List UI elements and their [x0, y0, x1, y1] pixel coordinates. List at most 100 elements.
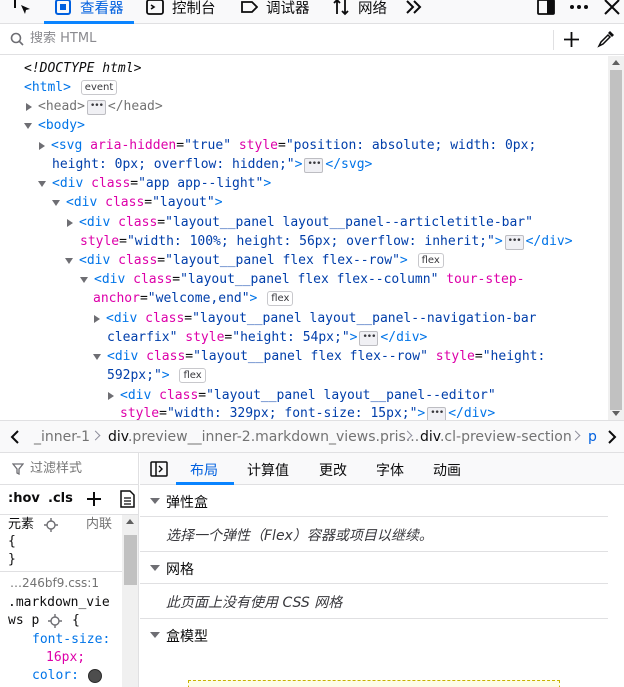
tree-node-body[interactable]: <body>: [24, 116, 85, 135]
tree-node-div-layout[interactable]: <div class="layout">: [52, 193, 223, 212]
tab-debugger[interactable]: 调试器: [240, 0, 310, 21]
collapse-triangle-icon[interactable]: [52, 199, 60, 206]
attr-value: "welcome,end": [147, 291, 250, 306]
tree-node-div-row2-cont[interactable]: 592px;"> flex: [107, 366, 208, 385]
breadcrumb-separator-icon: [90, 430, 101, 441]
tab-changes[interactable]: 更改: [319, 460, 347, 480]
highlight-selector-icon[interactable]: [48, 614, 62, 628]
expand-triangle-icon[interactable]: [39, 141, 45, 150]
tab-console[interactable]: 控制台: [146, 0, 216, 21]
grid-section-header[interactable]: 网格: [140, 552, 608, 584]
tree-node-div-app[interactable]: <div class="app app--light">: [38, 174, 271, 193]
event-badge[interactable]: event: [80, 80, 118, 95]
tab-computed[interactable]: 计算值: [247, 460, 289, 480]
tree-node-div-navbar[interactable]: <div class="layout__panel layout__panel-…: [94, 309, 536, 328]
markup-tree: <!DOCTYPE html> <html> event <head> ••• </…: [0, 56, 608, 420]
scrollbar-thumb[interactable]: [124, 535, 137, 585]
tree-node-doctype[interactable]: <!DOCTYPE html>: [24, 59, 141, 78]
breadcrumb-item[interactable]: div.preview__inner-2.markdown_views.pris…: [108, 429, 419, 445]
scroll-up-icon[interactable]: [612, 60, 620, 65]
dock-button[interactable]: [536, 0, 556, 21]
breadcrumb-item-selected[interactable]: p: [588, 429, 597, 445]
stylesheet-source-link[interactable]: …246bf9.css:1: [10, 574, 99, 593]
flex-badge[interactable]: flex: [267, 291, 294, 306]
scroll-down-icon[interactable]: [612, 411, 620, 416]
tree-node-div-column[interactable]: <div class="layout__panel flex flex--col…: [80, 270, 524, 289]
scrollbar-thumb[interactable]: [610, 70, 622, 410]
expand-triangle-icon[interactable]: [94, 314, 100, 323]
print-media-icon[interactable]: [120, 490, 135, 508]
box-model-section-header[interactable]: 盒模型: [140, 619, 608, 651]
tab-layout[interactable]: 布局: [190, 460, 218, 480]
collapsed-content-icon[interactable]: •••: [427, 407, 447, 420]
flexbox-section-body: 选择一个弹性（Flex）容器或项目以继续。: [140, 517, 608, 552]
doctype-text: <!DOCTYPE html>: [24, 61, 142, 76]
add-rule-button[interactable]: [86, 491, 102, 507]
tree-node-head[interactable]: <head> ••• </head>: [26, 97, 163, 116]
more-tabs-button[interactable]: [404, 0, 424, 21]
tree-node-div-column-cont[interactable]: anchor="welcome,end"> flex: [93, 289, 295, 308]
inspector-icon: [55, 0, 71, 15]
markup-scrollbar[interactable]: [608, 56, 624, 420]
tree-node-div-editor[interactable]: <div class="layout__panel layout__panel-…: [108, 386, 496, 405]
color-swatch[interactable]: [88, 669, 102, 683]
css-property[interactable]: color:: [32, 666, 79, 685]
collapse-triangle-icon[interactable]: [38, 180, 46, 187]
tab-fonts[interactable]: 字体: [376, 460, 404, 480]
tree-node-svg-cont[interactable]: height: 0px; overflow: hidden;"> ••• </svg…: [52, 155, 372, 174]
tab-network[interactable]: 网络: [332, 0, 387, 21]
rules-scrollbar[interactable]: [122, 515, 138, 687]
tree-node-div-navbar-cont[interactable]: clearfix" style="height: 54px;"> ••• </div…: [107, 328, 427, 347]
expand-triangle-icon[interactable]: [26, 102, 32, 111]
tree-node-div-row2[interactable]: <div class="layout__panel flex flex--row…: [93, 347, 545, 366]
collapse-triangle-icon[interactable]: [65, 257, 73, 264]
layout-scrollbar[interactable]: [608, 485, 624, 687]
grid-section-body: 此页面上没有使用 CSS 网格: [140, 584, 608, 619]
tree-node-html[interactable]: <html> event: [24, 78, 119, 97]
eyedropper-icon[interactable]: [597, 30, 615, 48]
collapsed-content-icon[interactable]: •••: [86, 100, 106, 115]
collapsed-content-icon[interactable]: •••: [504, 235, 524, 250]
search-html-input[interactable]: [30, 31, 530, 46]
flex-badge[interactable]: flex: [179, 368, 206, 383]
tab-inspector[interactable]: 查看器: [54, 0, 124, 21]
expand-triangle-icon[interactable]: [108, 391, 114, 400]
attr-value: "width: 329px; font-size: 15px;": [166, 406, 418, 420]
collapse-triangle-icon: [150, 632, 160, 638]
collapse-triangle-icon[interactable]: [93, 353, 101, 360]
more-dots-icon: [570, 5, 588, 9]
tree-node-div-row[interactable]: <div class="layout__panel flex flex--row…: [65, 251, 446, 270]
pick-element-icon: [14, 0, 30, 14]
tab-animations[interactable]: 动画: [433, 460, 461, 480]
add-node-button[interactable]: [563, 31, 580, 48]
filter-styles-input[interactable]: [30, 461, 130, 476]
tab-debugger-label: 调试器: [266, 0, 310, 17]
tree-node-svg[interactable]: <svg aria-hidden="true" style="position:…: [39, 136, 536, 155]
collapsed-content-icon[interactable]: •••: [304, 158, 324, 173]
breadcrumb-item[interactable]: div.cl-preview-section: [420, 429, 572, 445]
box-model-diagram: [188, 680, 560, 687]
chevron-left-icon[interactable]: [8, 429, 22, 445]
property-value[interactable]: 16px;: [46, 648, 85, 667]
scroll-up-icon[interactable]: [126, 519, 134, 524]
flex-badge[interactable]: flex: [417, 253, 444, 268]
collapsed-content-icon[interactable]: •••: [359, 331, 379, 346]
class-toggle-button[interactable]: .cls: [48, 491, 73, 506]
pick-element-button[interactable]: [12, 0, 34, 21]
tree-node-div-titlebar-cont[interactable]: style="width: 100%; height: 56px; overfl…: [80, 232, 573, 251]
toggle-sidebar-icon[interactable]: [150, 461, 168, 477]
options-menu-button[interactable]: [568, 0, 590, 21]
collapse-triangle-icon[interactable]: [80, 276, 88, 283]
flexbox-section-header[interactable]: 弹性盒: [140, 485, 608, 517]
breadcrumb-item[interactable]: _inner-1: [34, 429, 90, 445]
css-property[interactable]: font-size:: [32, 630, 110, 649]
collapse-triangle-icon[interactable]: [24, 122, 32, 129]
hover-states-button[interactable]: :hov: [8, 491, 40, 506]
breadcrumb-class: .cl-preview-section: [439, 429, 572, 445]
chevron-right-icon[interactable]: [605, 429, 619, 445]
close-devtools-button[interactable]: [602, 0, 622, 21]
highlight-selector-icon[interactable]: [44, 518, 58, 532]
tree-node-div-editor-cont[interactable]: style="width: 329px; font-size: 15px;"> •…: [120, 404, 495, 420]
tree-node-div-titlebar[interactable]: <div class="layout__panel layout__panel-…: [67, 213, 533, 232]
expand-triangle-icon[interactable]: [67, 218, 73, 227]
